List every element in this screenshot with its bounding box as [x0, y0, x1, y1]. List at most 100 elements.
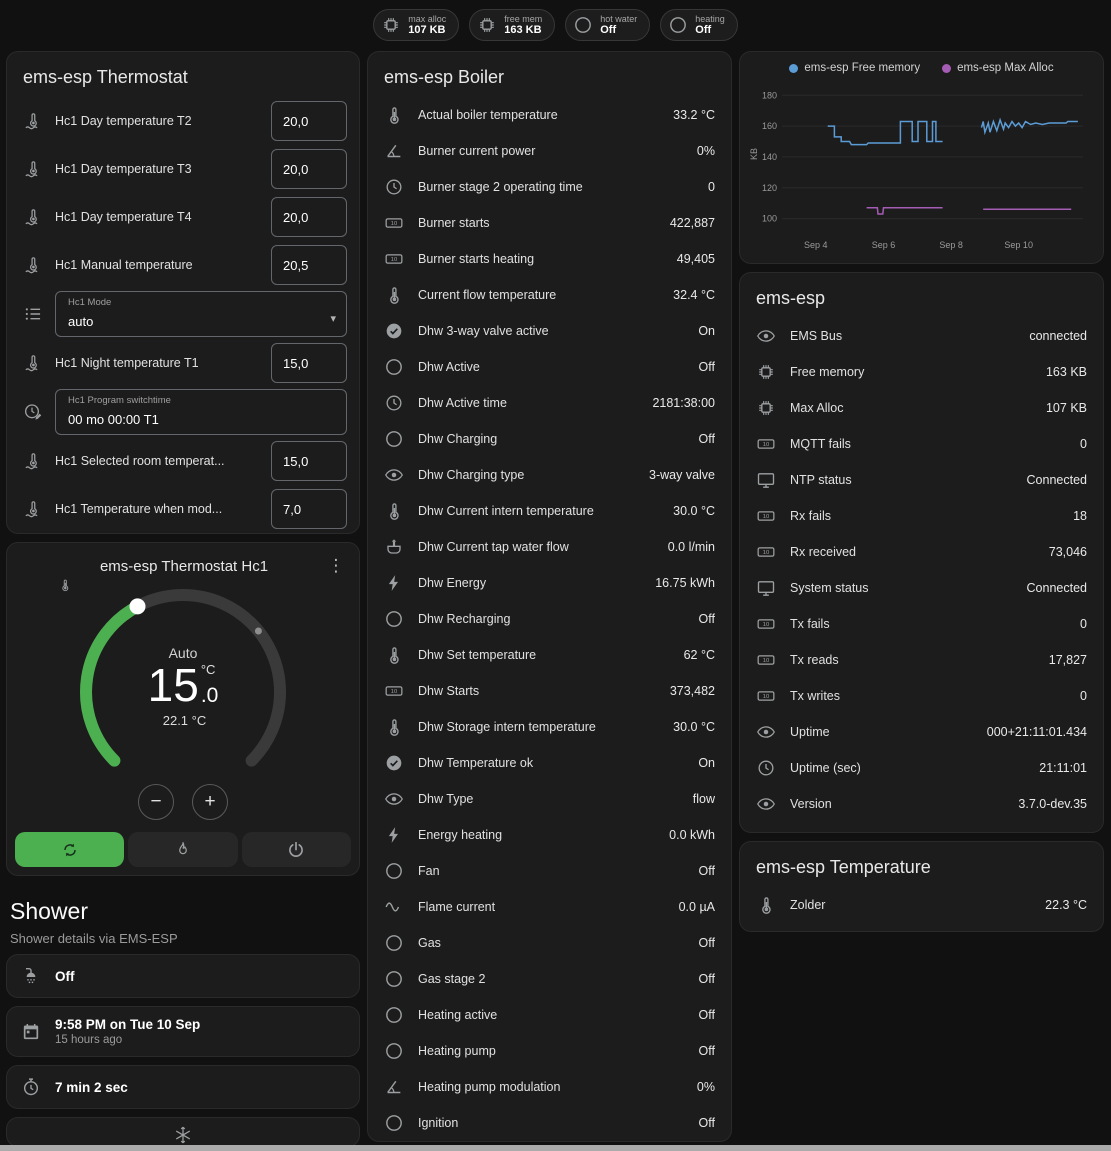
snowflake-icon [173, 1125, 193, 1146]
sensor-row[interactable]: System statusConnected [740, 570, 1103, 606]
badge-hot-water[interactable]: hot waterOff [565, 9, 650, 41]
temp-increase-button[interactable]: + [192, 784, 228, 820]
sensor-row[interactable]: EMS Busconnected [740, 318, 1103, 354]
sensor-row[interactable]: Dhw ChargingOff [368, 421, 731, 457]
sensor-value: 2181:38:00 [652, 396, 715, 410]
svg-text:10: 10 [391, 689, 398, 695]
sensor-row[interactable]: 10Tx reads17,827 [740, 642, 1103, 678]
sensor-row[interactable]: Dhw Active time2181:38:00 [368, 385, 731, 421]
sensor-row[interactable]: Dhw RechargingOff [368, 601, 731, 637]
sensor-label: Heating pump [418, 1044, 685, 1058]
legend-item[interactable]: ems-esp Max Alloc [942, 62, 1054, 74]
thermostat-dial[interactable]: Auto 15 °C .0 22.1 °C − + [58, 578, 308, 820]
sensor-row[interactable]: Burner stage 2 operating time0 [368, 169, 731, 205]
sensor-row[interactable]: IgnitionOff [368, 1105, 731, 1141]
legend-item[interactable]: ems-esp Free memory [789, 62, 920, 74]
sensor-row[interactable]: 10Burner starts heating49,405 [368, 241, 731, 277]
target-temp-decimal: .0 [201, 685, 219, 706]
sensor-row[interactable]: Heating pumpOff [368, 1033, 731, 1069]
sensor-row[interactable]: Dhw Set temperature62 °C [368, 637, 731, 673]
text-input[interactable]: Hc1 Program switchtime00 mo 00:00 T1 [55, 389, 347, 435]
sensor-row[interactable]: Flame current0.0 µA [368, 889, 731, 925]
svg-text:120: 120 [762, 183, 777, 193]
badge-label: hot water [600, 14, 637, 24]
temp-decrease-button[interactable]: − [138, 784, 174, 820]
badge-max-alloc[interactable]: max alloc107 KB [373, 9, 459, 41]
sensor-row[interactable]: Uptime (sec)21:11:01 [740, 750, 1103, 786]
sensor-row[interactable]: NTP statusConnected [740, 462, 1103, 498]
chip-icon [381, 15, 401, 35]
sensor-row[interactable]: Gas stage 2Off [368, 961, 731, 997]
sensor-row[interactable]: Dhw Temperature okOn [368, 745, 731, 781]
sensor-row[interactable]: Heating pump modulation0% [368, 1069, 731, 1105]
number-input[interactable]: 20,5 [271, 245, 347, 285]
dial-card-header: ems-esp Thermostat Hc1 ⋮ [7, 543, 359, 576]
sensor-label: Heating active [418, 1008, 685, 1022]
number-input[interactable]: 7,0 [271, 489, 347, 529]
shower-duration-card[interactable]: 7 min 2 sec [6, 1065, 360, 1109]
bolt-icon [384, 573, 404, 593]
number-input[interactable]: 15,0 [271, 343, 347, 383]
shower-state-card[interactable]: Off [6, 954, 360, 998]
sensor-row[interactable]: 10MQTT fails0 [740, 426, 1103, 462]
sensor-row[interactable]: FanOff [368, 853, 731, 889]
sensor-row[interactable]: 10Tx fails0 [740, 606, 1103, 642]
shower-timestamp-card[interactable]: 9:58 PM on Tue 10 Sep 15 hours ago [6, 1006, 360, 1057]
badge-free-mem[interactable]: free mem163 KB [469, 9, 555, 41]
memory-chart: 100120140160180Sep 4Sep 6Sep 8Sep 10KB [748, 78, 1089, 254]
horizontal-scrollbar[interactable] [0, 1145, 1111, 1151]
mode-auto-button[interactable] [15, 832, 124, 867]
sensor-row[interactable]: Current flow temperature32.4 °C [368, 277, 731, 313]
thermostat-card: ems-esp Thermostat Hc1 Day temperature T… [6, 51, 360, 534]
sensor-value: 3.7.0-dev.35 [1018, 797, 1087, 811]
number-input[interactable]: 20,0 [271, 197, 347, 237]
sensor-row[interactable]: 10Burner starts422,887 [368, 205, 731, 241]
mode-select[interactable]: Hc1 Modeauto▾ [55, 291, 347, 337]
eye-icon [756, 794, 776, 814]
mode-off-button[interactable] [242, 832, 351, 867]
shower-duration: 7 min 2 sec [55, 1080, 128, 1095]
sensor-value: 33.2 °C [673, 108, 715, 122]
sensor-row[interactable]: Dhw Current tap water flow0.0 l/min [368, 529, 731, 565]
check-circle-icon [384, 321, 404, 341]
sensor-row[interactable]: 10Dhw Starts373,482 [368, 673, 731, 709]
partial-climate-card[interactable] [6, 1117, 360, 1147]
memory-chart-card[interactable]: ems-esp Free memory ems-esp Max Alloc 100… [739, 51, 1104, 264]
sensor-row[interactable]: Zolder22.3 °C [740, 887, 1103, 923]
check-circle-icon [384, 753, 404, 773]
number-input[interactable]: 20,0 [271, 101, 347, 141]
sensor-row[interactable]: 10Rx received73,046 [740, 534, 1103, 570]
sensor-row[interactable]: Dhw 3-way valve activeOn [368, 313, 731, 349]
sensor-row[interactable]: 10Tx writes0 [740, 678, 1103, 714]
sensor-row[interactable]: Heating activeOff [368, 997, 731, 1033]
sensor-row[interactable]: Energy heating0.0 kWh [368, 817, 731, 853]
sensor-row[interactable]: Max Alloc107 KB [740, 390, 1103, 426]
sensor-row[interactable]: Uptime000+21:11:01.434 [740, 714, 1103, 750]
control-row: Hc1 Manual temperature20,5 [7, 241, 359, 289]
sensor-label: Heating pump modulation [418, 1080, 683, 1094]
sensor-row[interactable]: Dhw Current intern temperature30.0 °C [368, 493, 731, 529]
badge-heating[interactable]: heatingOff [660, 9, 738, 41]
sensor-row[interactable]: Dhw Charging type3-way valve [368, 457, 731, 493]
sensor-row[interactable]: 10Rx fails18 [740, 498, 1103, 534]
number-input[interactable]: 20,0 [271, 149, 347, 189]
sensor-label: Burner stage 2 operating time [418, 180, 694, 194]
sensor-row[interactable]: GasOff [368, 925, 731, 961]
sensor-row[interactable]: Dhw Storage intern temperature30.0 °C [368, 709, 731, 745]
sensor-row[interactable]: Dhw ActiveOff [368, 349, 731, 385]
sensor-row[interactable]: Dhw Energy16.75 kWh [368, 565, 731, 601]
sensor-row[interactable]: Dhw Typeflow [368, 781, 731, 817]
badge-value: Off [695, 24, 725, 37]
number-input[interactable]: 15,0 [271, 441, 347, 481]
sensor-row[interactable]: Version3.7.0-dev.35 [740, 786, 1103, 822]
sensor-label: Dhw Current intern temperature [418, 504, 659, 518]
sensor-label: Burner starts [418, 216, 656, 230]
sensor-row[interactable]: Actual boiler temperature33.2 °C [368, 97, 731, 133]
sensor-row[interactable]: Burner current power0% [368, 133, 731, 169]
thermo-water-icon [23, 207, 43, 227]
thermo-water-icon [23, 451, 43, 471]
sensor-row[interactable]: Free memory163 KB [740, 354, 1103, 390]
overflow-menu-button[interactable]: ⋮ [323, 556, 349, 576]
control-row: Hc1 Selected room temperat...15,0 [7, 437, 359, 485]
mode-heat-button[interactable] [128, 832, 237, 867]
